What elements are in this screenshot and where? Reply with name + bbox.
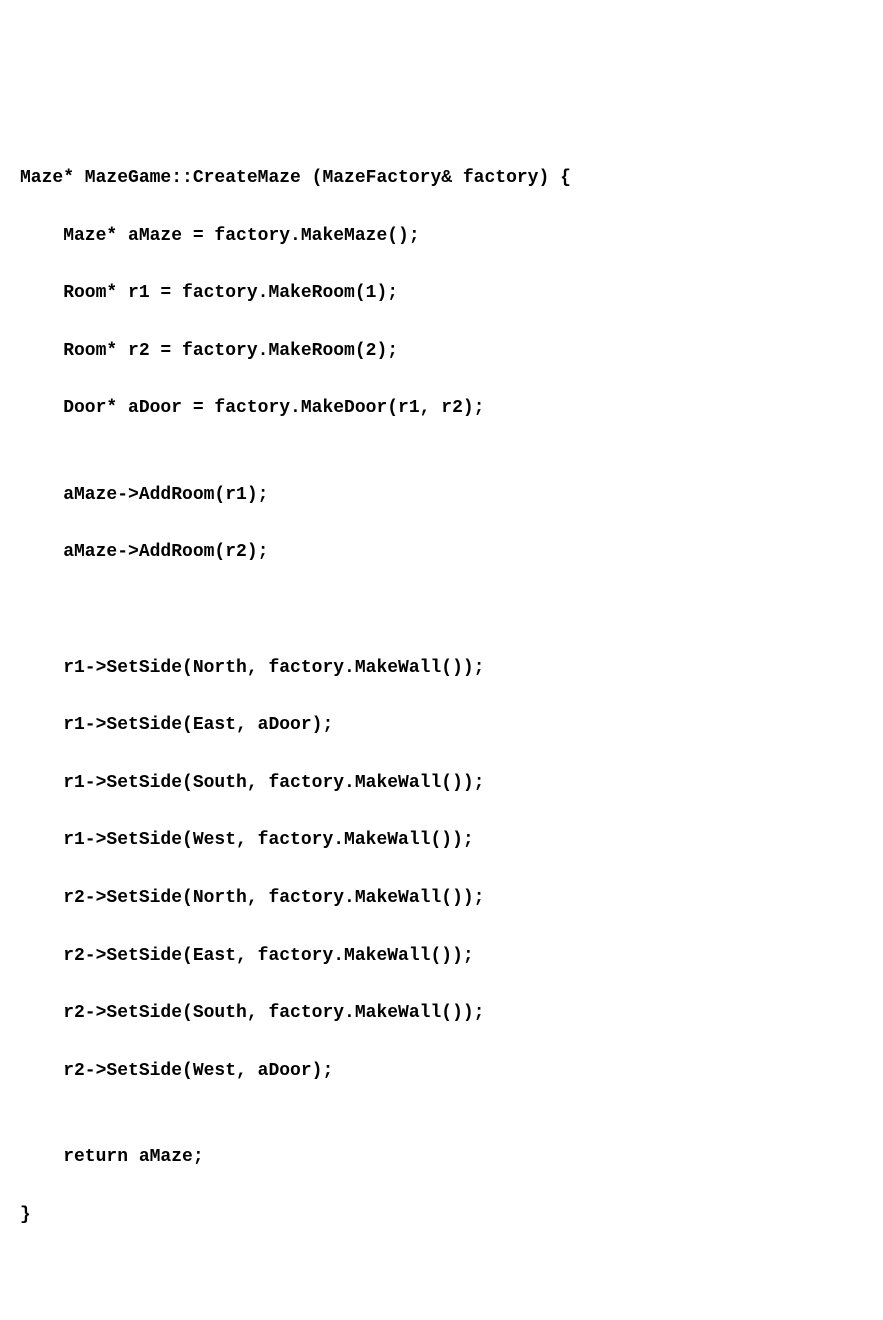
code-line: Maze* aMaze = factory.MakeMaze(); <box>20 222 883 251</box>
code-line: Maze* MazeGame::CreateMaze (MazeFactory&… <box>20 164 883 193</box>
code-line: r1->SetSide(West, factory.MakeWall()); <box>20 826 883 855</box>
code-line: Room* r1 = factory.MakeRoom(1); <box>20 279 883 308</box>
code-line: aMaze->AddRoom(r2); <box>20 538 883 567</box>
code-line: } <box>20 1201 883 1230</box>
code-line: r2->SetSide(West, aDoor); <box>20 1057 883 1086</box>
code-line: r1->SetSide(North, factory.MakeWall()); <box>20 654 883 683</box>
code-line: r2->SetSide(North, factory.MakeWall()); <box>20 884 883 913</box>
code-line: return aMaze; <box>20 1143 883 1172</box>
code-line: r1->SetSide(East, aDoor); <box>20 711 883 740</box>
code-line: Door* aDoor = factory.MakeDoor(r1, r2); <box>20 394 883 423</box>
code-block: Maze* MazeGame::CreateMaze (MazeFactory&… <box>20 135 883 1258</box>
code-line: r2->SetSide(East, factory.MakeWall()); <box>20 942 883 971</box>
code-line: r2->SetSide(South, factory.MakeWall()); <box>20 999 883 1028</box>
code-line: aMaze->AddRoom(r1); <box>20 481 883 510</box>
code-line: r1->SetSide(South, factory.MakeWall()); <box>20 769 883 798</box>
code-line: Room* r2 = factory.MakeRoom(2); <box>20 337 883 366</box>
